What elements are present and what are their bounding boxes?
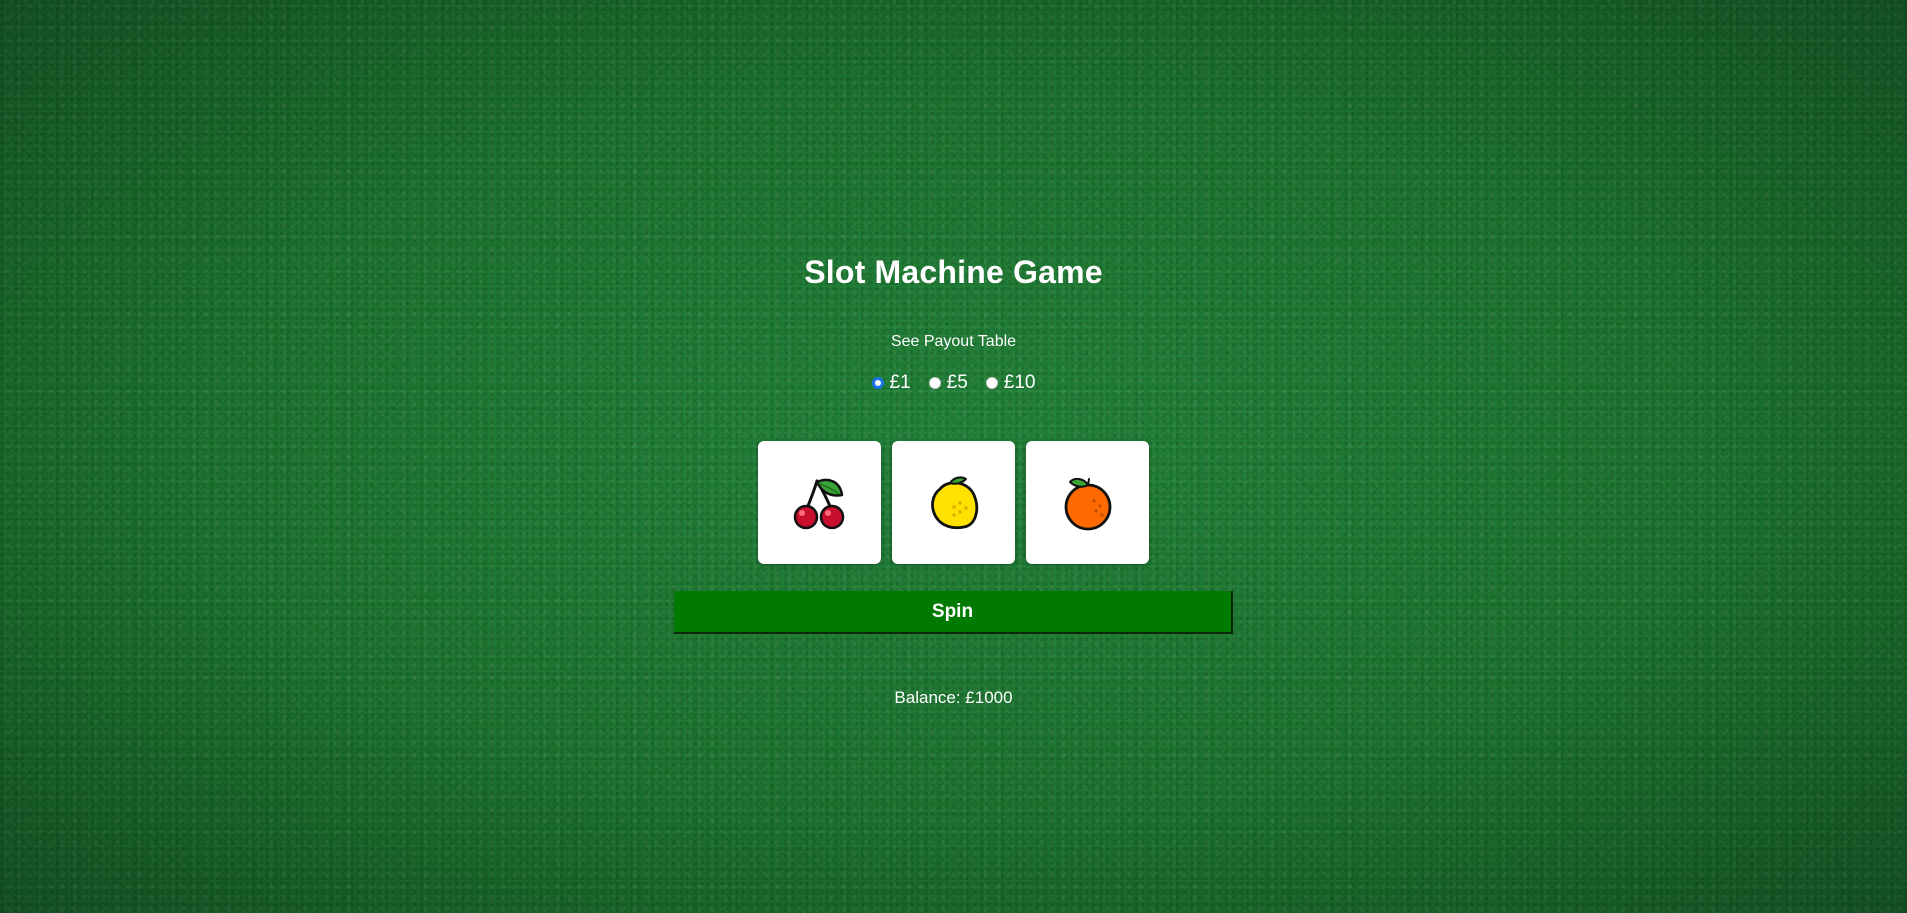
cherry-icon: [793, 478, 844, 529]
reels: [758, 441, 1149, 564]
bet-option-1[interactable]: £1: [871, 372, 911, 394]
bet-option-5[interactable]: £5: [928, 372, 968, 394]
bet-option-10[interactable]: £10: [985, 372, 1036, 394]
bet-selector: £1 £5 £10: [0, 372, 1907, 394]
balance-display: Balance: £1000: [894, 688, 1013, 707]
reel-1: [758, 441, 881, 564]
bet-label-5: £5: [946, 372, 968, 393]
payout-table-link[interactable]: See Payout Table: [0, 333, 1907, 351]
reel-2: [892, 441, 1015, 564]
lemon-icon: [930, 475, 978, 529]
page-title: Slot Machine Game: [804, 254, 1103, 290]
bet-radio-5[interactable]: [928, 377, 941, 389]
reel-3: [1026, 441, 1149, 564]
orange-icon: [1064, 477, 1111, 530]
bet-radio-10[interactable]: [985, 377, 998, 389]
spin-button[interactable]: Spin: [674, 591, 1233, 634]
bet-radio-1[interactable]: [871, 377, 884, 389]
bet-label-10: £10: [1003, 372, 1036, 393]
bet-label-1: £1: [889, 372, 911, 393]
